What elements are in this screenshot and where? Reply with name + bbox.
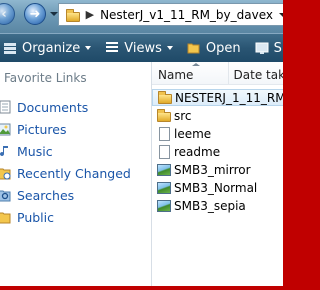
- breadcrumb-chevron-icon[interactable]: ▶: [86, 8, 94, 21]
- command-toolbar: Organize Views Open Sli: [0, 33, 283, 62]
- organize-button[interactable]: Organize: [0, 34, 96, 62]
- list-item[interactable]: SMB3_sepia: [152, 197, 283, 214]
- slideshow-button[interactable]: Sli: [252, 34, 283, 62]
- sort-ascending-icon: [192, 63, 200, 66]
- views-button[interactable]: Views: [102, 34, 178, 62]
- recent-pages-dropdown-icon[interactable]: [50, 12, 58, 16]
- sidebar-item-label: Searches: [17, 187, 75, 203]
- column-label: Name: [158, 68, 194, 82]
- folder-icon: [157, 108, 171, 123]
- address-bar-area: ‹ ➜ ▶ NesterJ_v1_11_RM_by_davex: [0, 0, 283, 33]
- documents-icon: [0, 99, 11, 115]
- column-headers: Name Date take: [152, 62, 283, 85]
- list-item[interactable]: NESTERJ_1_11_RM: [152, 89, 285, 106]
- navigation-pane: Favorite Links Documents Pictures Music …: [0, 62, 152, 286]
- organize-label: Organize: [22, 40, 81, 56]
- file-name: src: [174, 108, 192, 123]
- sidebar-item-music[interactable]: Music: [0, 141, 53, 161]
- organize-icon: [3, 41, 17, 55]
- file-name: SMB3_sepia: [174, 198, 246, 213]
- list-item[interactable]: leeme: [152, 125, 283, 142]
- sidebar-item-public[interactable]: Public: [0, 207, 54, 227]
- chevron-down-icon: [85, 46, 92, 50]
- chevron-down-icon: [166, 46, 173, 50]
- file-list: Name Date take NESTERJ_1_11_RM src leeme…: [152, 62, 283, 286]
- file-name: readme: [174, 144, 221, 159]
- path-dropdown-icon[interactable]: [279, 12, 283, 17]
- sidebar-item-label: Music: [17, 143, 53, 159]
- list-item[interactable]: SMB3_mirror: [152, 161, 283, 178]
- forward-button[interactable]: ➜: [24, 3, 46, 25]
- explorer-window: ‹ ➜ ▶ NesterJ_v1_11_RM_by_davex Organize…: [0, 0, 285, 290]
- list-item[interactable]: SMB3_Normal: [152, 179, 283, 196]
- slideshow-label: Sli: [273, 40, 283, 56]
- image-file-icon: [157, 181, 171, 195]
- file-name: NESTERJ_1_11_RM: [175, 90, 285, 105]
- music-icon: [0, 143, 11, 159]
- open-folder-icon: [187, 41, 201, 55]
- column-header-date-taken[interactable]: Date take: [229, 62, 283, 84]
- pictures-icon: [0, 121, 11, 137]
- file-name: leeme: [174, 126, 212, 141]
- folder-icon: [158, 90, 172, 105]
- public-folder-icon: [0, 209, 11, 225]
- favorite-links-header: Favorite Links: [4, 71, 87, 85]
- recently-changed-icon: [0, 165, 11, 181]
- searches-icon: [0, 187, 11, 203]
- column-header-name[interactable]: Name: [152, 62, 229, 84]
- sidebar-item-label: Documents: [17, 99, 89, 115]
- list-item[interactable]: src: [152, 107, 283, 124]
- image-file-icon: [157, 199, 171, 213]
- sidebar-item-label: Pictures: [17, 121, 67, 137]
- address-field[interactable]: ▶ NesterJ_v1_11_RM_by_davex: [58, 3, 283, 26]
- text-document-icon: [157, 144, 171, 159]
- views-icon: [105, 41, 119, 55]
- open-label: Open: [205, 40, 241, 56]
- folder-icon: [66, 8, 80, 22]
- sidebar-item-searches[interactable]: Searches: [0, 185, 74, 205]
- file-name: SMB3_Normal: [174, 180, 258, 195]
- sidebar-item-label: Recently Changed: [17, 165, 131, 181]
- slideshow-icon: [255, 41, 269, 55]
- image-file-icon: [157, 163, 171, 177]
- views-label: Views: [124, 40, 162, 56]
- list-item[interactable]: readme: [152, 143, 283, 160]
- address-path[interactable]: NesterJ_v1_11_RM_by_davex: [100, 8, 273, 22]
- sidebar-item-pictures[interactable]: Pictures: [0, 119, 67, 139]
- back-button[interactable]: ‹: [0, 3, 15, 25]
- open-button[interactable]: Open: [184, 34, 246, 62]
- sidebar-item-label: Public: [17, 209, 54, 225]
- text-document-icon: [157, 126, 171, 141]
- file-name: SMB3_mirror: [174, 162, 251, 177]
- sidebar-item-recently-changed[interactable]: Recently Changed: [0, 163, 131, 183]
- sidebar-item-documents[interactable]: Documents: [0, 97, 88, 117]
